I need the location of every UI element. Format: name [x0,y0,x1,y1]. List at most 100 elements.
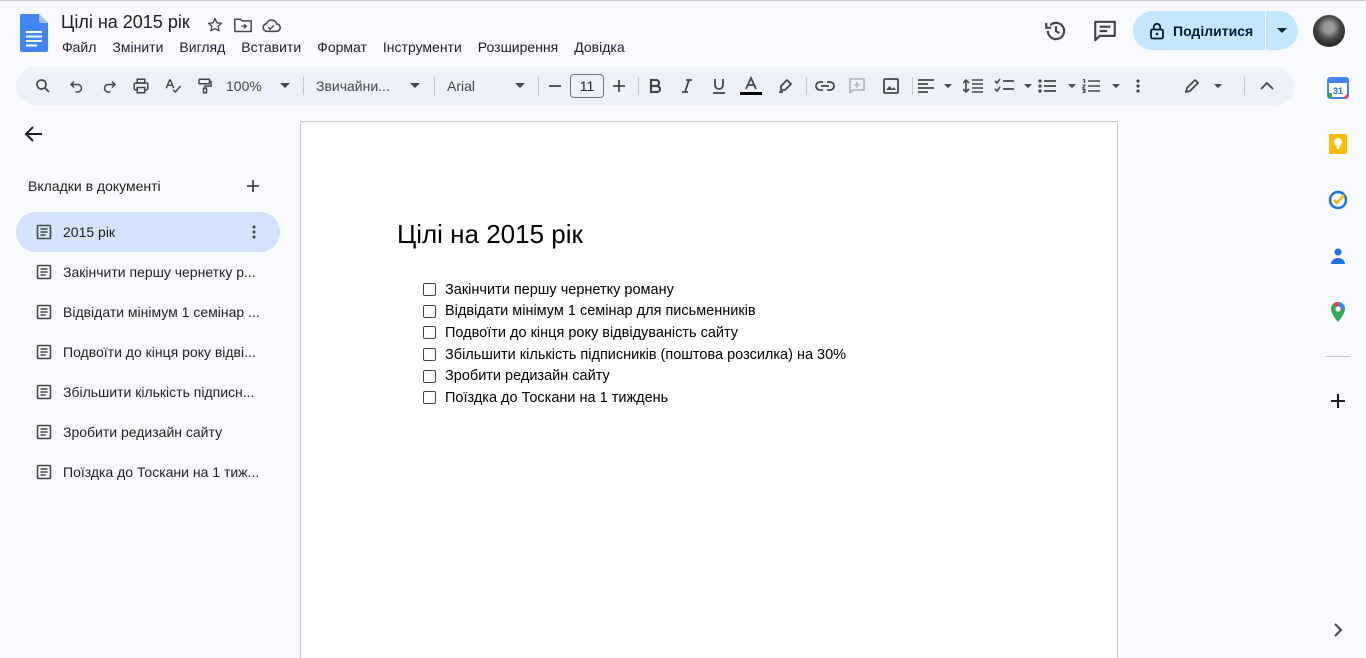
document-tabs-title: Вкладки в документі [28,178,161,194]
add-comment-icon[interactable] [844,73,870,99]
checkbox[interactable] [423,391,436,405]
tasks-icon[interactable] [1326,188,1350,212]
bulleted-list-menu[interactable] [1038,73,1076,99]
paint-format-icon[interactable] [192,73,218,99]
checkbox[interactable] [423,326,436,340]
toolbar-divider [303,77,304,95]
checklist-menu[interactable] [994,73,1032,99]
checklist-text[interactable]: Подвоїти до кінця року відвідуваність са… [445,325,738,341]
menu-insert[interactable]: Вставити [233,38,309,56]
numbered-list-icon [1082,79,1100,93]
paragraph-style-select[interactable]: Звичайни... [316,73,420,99]
contacts-icon[interactable] [1326,244,1350,268]
menu-edit[interactable]: Змінити [104,38,171,56]
menu-tools[interactable]: Інструменти [375,38,470,56]
sidebar-item-tuscany[interactable]: Поїздка до Тоскани на 1 тиж... [16,452,280,492]
maps-icon[interactable] [1326,300,1350,324]
menu-extensions[interactable]: Розширення [470,38,566,56]
sidebar-item-label: Закінчити першу чернетку р... [63,264,256,280]
more-vert-icon[interactable] [246,224,262,240]
sidebar-item-seminar[interactable]: Відвідати мінімум 1 семінар ... [16,292,280,332]
document-tab-icon [36,344,52,360]
zoom-select[interactable]: 100% [226,73,290,99]
document-tab-icon [36,304,52,320]
more-options-icon[interactable] [1126,73,1150,99]
line-spacing-icon[interactable] [960,73,986,99]
collapse-menus-icon[interactable] [1254,73,1280,99]
menu-file[interactable]: Файл [54,38,104,56]
document-title[interactable]: Цілі на 2015 рік [61,12,190,33]
toolbar-divider [434,77,435,95]
docs-logo-icon[interactable] [20,14,48,52]
underline-icon[interactable] [706,73,732,99]
sidebar-item-2015[interactable]: 2015 рік [16,212,280,252]
caret-down-icon [1277,27,1287,33]
text-color-icon[interactable] [738,73,764,99]
highlight-color-icon[interactable] [772,73,798,99]
list-item: Збільшити кількість підписників (поштова… [423,344,846,366]
add-tab-icon[interactable] [243,176,263,196]
document-tab-icon [36,264,52,280]
star-icon[interactable] [204,14,226,36]
checklist-text[interactable]: Поїздка до Тоскани на 1 тиждень [445,390,668,406]
checklist-text[interactable]: Закінчити першу чернетку роману [445,282,674,298]
menu-view[interactable]: Вигляд [171,38,233,56]
print-icon[interactable] [128,73,154,99]
increase-font-size-icon[interactable] [607,73,631,99]
document-tab-icon [36,464,52,480]
bold-icon[interactable] [642,73,668,99]
toolbar-divider [638,77,639,95]
top-divider [0,0,1366,1]
checkbox[interactable] [423,348,436,362]
checklist-text[interactable]: Відвідати мінімум 1 семінар для письменн… [445,303,756,319]
keep-icon[interactable] [1326,132,1350,156]
lock-icon [1150,22,1164,39]
checklist-text[interactable]: Зробити редизайн сайту [445,368,610,384]
paragraph-style-value: Звичайни... [316,78,390,94]
search-menus-icon[interactable] [30,73,56,99]
avatar[interactable] [1313,15,1345,47]
redo-icon[interactable] [96,73,122,99]
checkbox[interactable] [423,304,436,318]
italic-icon[interactable] [674,73,700,99]
history-icon[interactable] [1043,18,1069,44]
document-page[interactable]: Цілі на 2015 рік Закінчити першу чернетк… [300,121,1118,658]
share-options-button[interactable] [1266,11,1298,50]
list-item: Подвоїти до кінця року відвідуваність са… [423,322,846,344]
cloud-status-icon[interactable] [260,14,282,36]
calendar-icon[interactable]: 31 [1326,76,1350,100]
comment-icon[interactable] [1092,18,1118,44]
document-tab-icon [36,224,52,240]
editing-mode-menu[interactable] [1184,73,1222,99]
font-size-input[interactable]: 11 [570,74,604,98]
sidebar-item-draft[interactable]: Закінчити першу чернетку р... [16,252,280,292]
expand-icon[interactable] [1326,618,1350,642]
caret-down-icon [1214,83,1222,88]
document-heading[interactable]: Цілі на 2015 рік [397,219,583,250]
spellcheck-icon[interactable] [160,73,186,99]
font-family-select[interactable]: Arial [447,73,525,99]
numbered-list-menu[interactable] [1082,73,1120,99]
sidebar-item-redesign[interactable]: Зробити редизайн сайту [16,412,280,452]
checkbox[interactable] [423,283,436,297]
title-bar: Цілі на 2015 рік Файл Змінити Вигляд Вст… [0,0,1366,64]
menu-format[interactable]: Формат [309,38,375,56]
checkbox[interactable] [423,369,436,383]
list-item: Зробити редизайн сайту [423,365,846,387]
move-folder-icon[interactable] [232,14,254,36]
back-arrow-icon[interactable] [22,122,46,146]
align-menu[interactable] [918,73,952,99]
add-icon[interactable] [1326,389,1350,413]
menu-help[interactable]: Довідка [566,38,632,56]
share-button[interactable]: Поділитися [1133,11,1265,50]
insert-image-icon[interactable] [878,73,904,99]
checklist-text[interactable]: Збільшити кількість підписників (поштова… [445,347,846,363]
decrease-font-size-icon[interactable] [543,73,567,99]
caret-down-icon [1112,83,1120,88]
toolbar: 100% Звичайни... Arial 11 [16,67,1294,105]
sidebar-item-subscribers[interactable]: Збільшити кількість підписн... [16,372,280,412]
undo-icon[interactable] [64,73,90,99]
insert-link-icon[interactable] [812,73,838,99]
sidebar-item-traffic[interactable]: Подвоїти до кінця року відві... [16,332,280,372]
list-item: Закінчити першу чернетку роману [423,279,846,301]
